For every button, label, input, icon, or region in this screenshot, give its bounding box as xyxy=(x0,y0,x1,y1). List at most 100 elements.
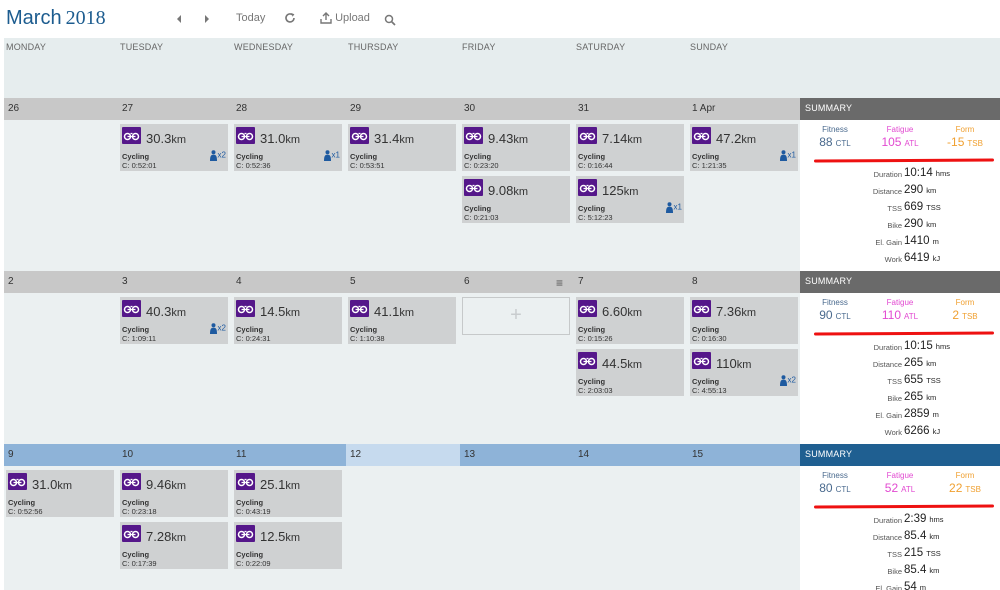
activity-tile[interactable]: 9.43km Cycling C: 0:23:20 xyxy=(462,124,570,171)
refresh-button[interactable] xyxy=(284,12,296,24)
activity-tile[interactable]: 47.2km Cycling C: 1:21:35 x1 xyxy=(690,124,798,171)
upload-button[interactable]: Upload xyxy=(320,12,370,24)
person-icon xyxy=(209,150,218,161)
cycling-icon xyxy=(464,179,483,196)
activity-tile[interactable]: 40.3km Cycling C: 1:09:11 x2 xyxy=(120,297,228,344)
day-number[interactable]: 4 xyxy=(232,271,346,293)
today-button[interactable]: Today xyxy=(236,12,265,24)
day-number[interactable]: 27 xyxy=(118,98,232,120)
day-number-today[interactable]: 12 xyxy=(346,444,460,466)
distance-unit: km xyxy=(513,186,528,198)
stat-value-row: 265 km xyxy=(904,357,936,369)
day-number[interactable]: 9 xyxy=(4,444,118,466)
summary-stat: Distance 290 km xyxy=(800,183,1000,200)
form-label: Form xyxy=(955,298,975,307)
day-number[interactable]: 10 xyxy=(118,444,232,466)
day-number[interactable]: 14 xyxy=(574,444,688,466)
fitness-metrics: Fitness 88 CTL Fatigue 105 ATL Form -15 TSB xyxy=(800,125,1000,155)
day-number[interactable]: 5 xyxy=(346,271,460,293)
form-label: Form xyxy=(955,125,975,134)
activity-tile[interactable]: 7.14km Cycling C: 0:16:44 xyxy=(576,124,684,171)
activity-sport: Cycling xyxy=(122,550,150,559)
fitness-metric: Fitness 90 CTL xyxy=(805,298,865,322)
activity-sport: Cycling xyxy=(578,204,606,213)
prev-month-button[interactable] xyxy=(175,13,183,25)
fitness-metric: Fitness 80 CTL xyxy=(805,471,865,495)
day-number[interactable]: 13 xyxy=(460,444,574,466)
stat-value: 54 xyxy=(904,581,917,590)
activity-sport: Cycling xyxy=(692,377,720,386)
day-number[interactable]: 1 Apr xyxy=(688,98,802,120)
activity-tile[interactable]: 12.5km Cycling C: 0:22:09 xyxy=(234,522,342,569)
stat-unit: hms xyxy=(929,515,944,524)
stat-value: 290 xyxy=(904,184,924,196)
activity-tile[interactable]: 7.36km Cycling C: 0:16:30 xyxy=(690,297,798,344)
week-header: 9 10 11 12 13 14 15 SUMMARY xyxy=(4,444,1000,466)
activity-distance: 7.14km xyxy=(602,131,642,146)
day-number[interactable]: 26 xyxy=(4,98,118,120)
fatigue-unit: ATL xyxy=(904,139,919,148)
day-number[interactable]: 28 xyxy=(232,98,346,120)
day-number[interactable]: 8 xyxy=(688,271,802,293)
person-icon xyxy=(209,323,218,334)
activity-time: C: 0:52:36 xyxy=(236,161,271,170)
search-button[interactable] xyxy=(384,14,396,26)
stat-value-row: 265 km xyxy=(904,391,936,403)
activity-tile[interactable]: 44.5km Cycling C: 2:03:03 xyxy=(576,349,684,396)
distance-unit: km xyxy=(57,480,72,492)
red-underline xyxy=(813,158,995,163)
activity-tile[interactable]: 25.1km Cycling C: 0:43:19 xyxy=(234,470,342,517)
distance-unit: km xyxy=(399,307,414,319)
stat-value: 1410 xyxy=(904,235,930,247)
day-number[interactable]: 2 xyxy=(4,271,118,293)
activity-tile[interactable]: 14.5km Cycling C: 0:24:31 xyxy=(234,297,342,344)
stat-unit: km xyxy=(929,532,940,541)
form-value-row: 22 TSB xyxy=(935,481,995,495)
activity-sport: Cycling xyxy=(464,152,492,161)
fatigue-value-row: 105 ATL xyxy=(870,135,930,149)
day-number[interactable]: 15 xyxy=(688,444,802,466)
cycling-icon xyxy=(236,127,255,144)
activity-tile[interactable]: 7.28km Cycling C: 0:17:39 xyxy=(120,522,228,569)
activity-tile[interactable]: 31.4km Cycling C: 0:53:51 xyxy=(348,124,456,171)
activity-tile[interactable]: 31.0km Cycling C: 0:52:36 x1 xyxy=(234,124,342,171)
activity-tile[interactable]: 125km Cycling C: 5:12:23 x1 xyxy=(576,176,684,223)
form-value-row: 2 TSB xyxy=(935,308,995,322)
fitness-label: Fitness xyxy=(822,125,848,134)
activity-tile[interactable]: 9.46km Cycling C: 0:23:18 xyxy=(120,470,228,517)
next-month-button[interactable] xyxy=(203,13,211,25)
day-number[interactable]: 7 xyxy=(574,271,688,293)
activity-sport: Cycling xyxy=(350,152,378,161)
day-number[interactable]: 3 xyxy=(118,271,232,293)
day-menu-icon[interactable]: ≡ xyxy=(556,276,563,290)
activity-time: C: 0:17:39 xyxy=(122,559,157,568)
form-label: Form xyxy=(955,471,975,480)
activity-sport: Cycling xyxy=(692,325,720,334)
stat-value-row: 290 km xyxy=(904,218,936,230)
activity-tile[interactable]: 110km Cycling C: 4:55:13 x2 xyxy=(690,349,798,396)
day-number[interactable]: 31 xyxy=(574,98,688,120)
activity-tile[interactable]: 9.08km Cycling C: 0:21:03 xyxy=(462,176,570,223)
summary-stat: Bike 85.4 km xyxy=(800,563,1000,580)
activity-distance: 47.2km xyxy=(716,131,756,146)
summary-stat: El. Gain 1410 m xyxy=(800,234,1000,251)
stat-value: 10:15 xyxy=(904,340,933,352)
summary-heading: SUMMARY xyxy=(800,98,1000,120)
activity-tile[interactable]: 6.60km Cycling C: 0:15:26 xyxy=(576,297,684,344)
summary-stat: El. Gain 54 m xyxy=(800,580,1000,590)
day-number[interactable]: 29 xyxy=(346,98,460,120)
activity-tile[interactable]: 41.1km Cycling C: 1:10:38 xyxy=(348,297,456,344)
day-number[interactable]: 30 xyxy=(460,98,574,120)
form-metric: Form 2 TSB xyxy=(935,298,995,322)
activity-tile[interactable]: 31.0km Cycling C: 0:52:56 xyxy=(6,470,114,517)
activity-time: C: 0:52:01 xyxy=(122,161,157,170)
activity-tile[interactable]: 30.3km Cycling C: 0:52:01 x2 xyxy=(120,124,228,171)
upload-icon xyxy=(320,12,332,24)
day-number[interactable]: 11 xyxy=(232,444,346,466)
person-icon xyxy=(779,375,788,386)
add-activity-button[interactable]: + xyxy=(462,297,570,335)
activity-sport: Cycling xyxy=(350,325,378,334)
cycling-icon xyxy=(350,300,369,317)
stat-label: El. Gain xyxy=(875,411,902,420)
fitness-label: Fitness xyxy=(822,298,848,307)
